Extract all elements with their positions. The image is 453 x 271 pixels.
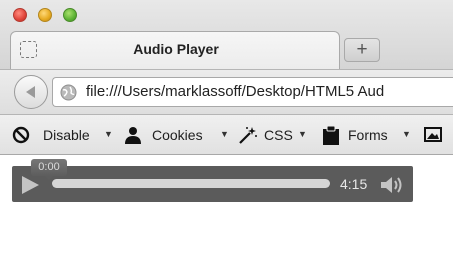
close-window-button[interactable] (13, 8, 27, 22)
toolbar-item-disable[interactable]: Disable ▼ (12, 126, 122, 144)
current-time-tooltip: 0:00 (31, 159, 67, 180)
zoom-window-button[interactable] (63, 8, 77, 22)
clipboard-icon (323, 126, 339, 145)
tab-title: Audio Player (133, 41, 219, 57)
image-icon (424, 127, 442, 142)
audio-player: 0:00 4:15 (12, 159, 413, 202)
chevron-down-icon: ▼ (298, 129, 307, 139)
developer-toolbar: Disable ▼ Cookies ▼ CSS ▼ Forms ▼ (0, 115, 453, 155)
new-tab-button[interactable]: + (344, 38, 380, 62)
chevron-down-icon: ▼ (220, 129, 229, 139)
toolbar-item-images[interactable] (424, 126, 448, 144)
back-button[interactable] (14, 75, 48, 109)
minimize-window-button[interactable] (38, 8, 52, 22)
toolbar-item-label: Cookies (152, 127, 203, 143)
chevron-down-icon: ▼ (104, 129, 113, 139)
progress-slider[interactable] (52, 179, 330, 188)
duration-text: 4:15 (340, 176, 368, 192)
play-icon[interactable] (20, 175, 40, 195)
url-text: file:///Users/marklassoff/Desktop/HTML5 … (86, 83, 385, 100)
toolbar-item-cookies[interactable]: Cookies ▼ (124, 126, 234, 144)
chevron-down-icon: ▼ (402, 129, 411, 139)
no-entry-icon (12, 126, 30, 144)
globe-icon (60, 84, 77, 101)
volume-icon[interactable] (380, 175, 406, 195)
toolbar-item-label: Forms (348, 127, 388, 143)
person-icon (125, 127, 141, 144)
toolbar-item-forms[interactable]: Forms ▼ (322, 126, 414, 145)
toolbar-item-label: CSS (264, 127, 293, 143)
window-titlebar: Audio Player + (0, 0, 453, 72)
address-bar[interactable]: file:///Users/marklassoff/Desktop/HTML5 … (52, 77, 453, 107)
navigation-bar: file:///Users/marklassoff/Desktop/HTML5 … (0, 69, 453, 115)
back-arrow-icon (26, 86, 35, 98)
toolbar-item-css[interactable]: CSS ▼ (238, 126, 318, 144)
toolbar-item-label: Disable (43, 127, 90, 143)
tab-audio-player[interactable]: Audio Player (10, 31, 340, 69)
magic-wand-icon (239, 127, 257, 144)
